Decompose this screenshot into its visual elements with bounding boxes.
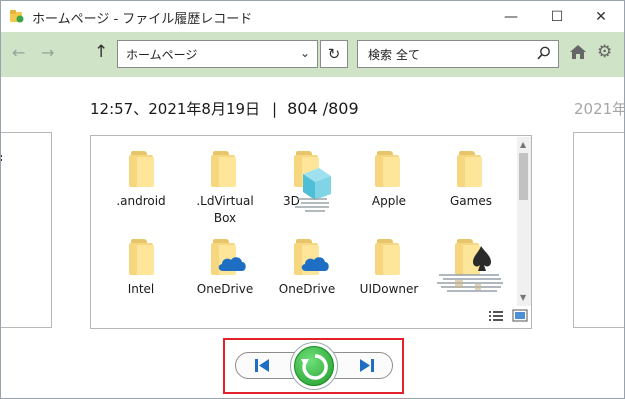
address-bar[interactable]: ホームページ ⌄ [117, 40, 318, 68]
scrollbar-thumb[interactable] [519, 153, 528, 200]
restore-icon [301, 354, 328, 380]
details-view-icon[interactable] [489, 311, 503, 321]
title-bar: ホームページ - ファイル履歴レコード — ☐ ✕ [1, 1, 624, 32]
file-tile[interactable]: OneDrive [267, 236, 347, 298]
file-label: Intel [127, 282, 155, 296]
chevron-down-icon[interactable]: ⌄ [300, 46, 310, 60]
large-icons-view-icon[interactable] [512, 309, 528, 322]
folder-icon [129, 239, 157, 275]
heading-separator: | [272, 100, 278, 118]
file-history-app-icon [10, 10, 24, 23]
file-tile[interactable]: Apple [349, 148, 429, 210]
next-snapshot-date: 2021年 [574, 100, 625, 118]
restore-button[interactable] [290, 342, 338, 390]
close-button[interactable]: ✕ [578, 1, 624, 32]
file-label: .android [116, 194, 166, 208]
search-icon[interactable] [537, 46, 551, 60]
card-edge-marker [1, 155, 3, 161]
up-arrow-icon[interactable]: ↑ [94, 42, 108, 62]
home-icon[interactable] [569, 43, 587, 61]
3d-objects-icon [295, 168, 331, 212]
next-snapshot-card[interactable] [573, 132, 624, 328]
refresh-icon: ↻ [327, 45, 341, 63]
navigation-bar: ← → ↑ ホームページ ⌄ ↻ 検索 全て ⚙ [1, 32, 624, 77]
folder-icon [457, 151, 485, 187]
file-tile[interactable]: OneDrive [184, 236, 266, 298]
window-title: ホームページ - ファイル履歴レコード [32, 12, 253, 27]
gear-icon[interactable]: ⚙ [597, 42, 612, 62]
file-label: OneDrive [278, 282, 336, 296]
snapshot-datetime: 12:57、2021年8月19日 [90, 100, 261, 118]
file-label: UIDowner [359, 282, 419, 296]
forward-arrow-icon[interactable]: → [41, 43, 54, 62]
file-history-window: ホームページ - ファイル履歴レコード — ☐ ✕ ← → ↑ ホームページ ⌄… [0, 0, 625, 399]
vertical-scrollbar[interactable]: ▲ ▼ [517, 137, 531, 306]
file-tile[interactable]: .android [101, 148, 181, 210]
file-tile[interactable]: .LdVirtual Box [184, 148, 266, 227]
file-label: Apple [371, 194, 407, 208]
onedrive-cloud-icon [218, 257, 246, 271]
file-panel: .android .LdVirtual Box 3D Apple Games I… [90, 135, 532, 329]
scroll-up-icon[interactable]: ▲ [520, 140, 526, 149]
folder-icon [129, 151, 157, 187]
file-label: Games [450, 194, 492, 208]
snapshot-heading: 12:57、2021年8月19日 | 804 /809 [90, 98, 359, 119]
file-tile[interactable]: Intel [101, 236, 181, 298]
file-tile[interactable]: 3D [267, 148, 347, 212]
file-label: OneDrive [196, 282, 254, 296]
folder-icon [211, 151, 239, 187]
file-tile[interactable]: Games [431, 148, 511, 210]
snapshot-counter: 804 /809 [287, 99, 359, 118]
file-label: .LdVirtual Box [196, 194, 254, 225]
onedrive-cloud-icon [301, 257, 329, 271]
search-box[interactable]: 検索 全て [357, 40, 559, 68]
file-tile[interactable]: UIDowner [349, 236, 429, 298]
folder-icon [375, 151, 403, 187]
maximize-button[interactable]: ☐ [534, 1, 580, 32]
next-version-button[interactable] [356, 358, 378, 373]
minimize-button[interactable]: — [488, 1, 534, 32]
search-input[interactable]: 検索 全て [368, 46, 420, 63]
image-thumbnail-overlay [437, 246, 503, 292]
restore-button-face [294, 346, 334, 386]
back-arrow-icon[interactable]: ← [12, 43, 25, 62]
file-tile[interactable] [431, 236, 511, 292]
refresh-button[interactable]: ↻ [320, 40, 348, 68]
previous-version-button[interactable] [251, 358, 273, 373]
folder-icon [375, 239, 403, 275]
view-mode-switch [489, 309, 528, 322]
address-value: ホームページ [126, 48, 198, 62]
scroll-down-icon[interactable]: ▼ [520, 293, 526, 302]
previous-snapshot-card[interactable] [1, 132, 52, 328]
